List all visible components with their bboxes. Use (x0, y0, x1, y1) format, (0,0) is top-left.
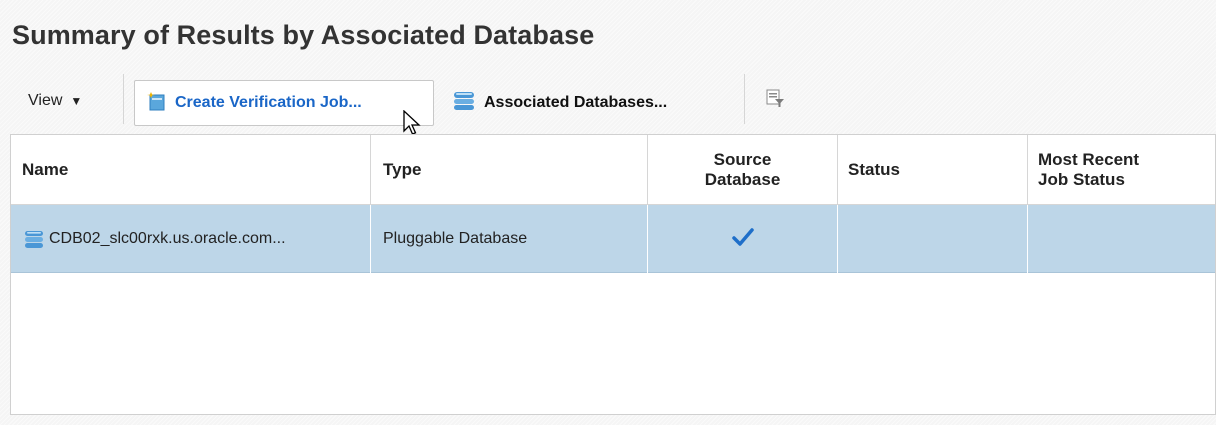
results-table: Name Type Source Database Status Most Rec… (10, 134, 1216, 415)
view-menu-label: View (28, 92, 63, 109)
table-header: Name Type Source Database Status Most Rec… (11, 135, 1215, 205)
toolbar-separator (123, 74, 124, 124)
database-icon (452, 90, 476, 117)
column-header-source-database[interactable]: Source Database (648, 135, 838, 205)
associated-databases-label: Associated Databases... (484, 94, 668, 111)
cell-most-recent-job-status (1028, 205, 1216, 273)
toolbar: View ▼ Create Verification Job... Associ… (10, 72, 1216, 134)
database-name: CDB02_slc00rxk.us.oracle.com... (49, 230, 286, 247)
associated-databases-button[interactable]: Associated Databases... (452, 86, 667, 120)
cell-status (838, 205, 1028, 273)
check-icon (731, 227, 754, 252)
column-header-name[interactable]: Name (11, 135, 371, 205)
cell-source-database (648, 205, 838, 273)
page-title: Summary of Results by Associated Databas… (12, 20, 595, 50)
cell-type: Pluggable Database (371, 205, 648, 273)
database-icon (23, 228, 45, 250)
create-verification-job-label: Create Verification Job... (175, 94, 362, 111)
table-row[interactable]: CDB02_slc00rxk.us.oracle.com... Pluggabl… (11, 205, 1215, 273)
column-header-type[interactable]: Type (371, 135, 648, 205)
new-job-icon (147, 91, 167, 116)
view-menu-button[interactable]: View ▼ (28, 92, 82, 110)
cell-name: CDB02_slc00rxk.us.oracle.com... (11, 205, 371, 273)
toolbar-separator (744, 74, 745, 124)
query-by-example-icon[interactable] (765, 88, 785, 113)
column-header-status[interactable]: Status (838, 135, 1028, 205)
caret-down-icon: ▼ (70, 94, 83, 108)
column-header-most-recent-job-status[interactable]: Most Recent Job Status (1028, 135, 1216, 205)
create-verification-job-button[interactable]: Create Verification Job... (134, 80, 434, 126)
